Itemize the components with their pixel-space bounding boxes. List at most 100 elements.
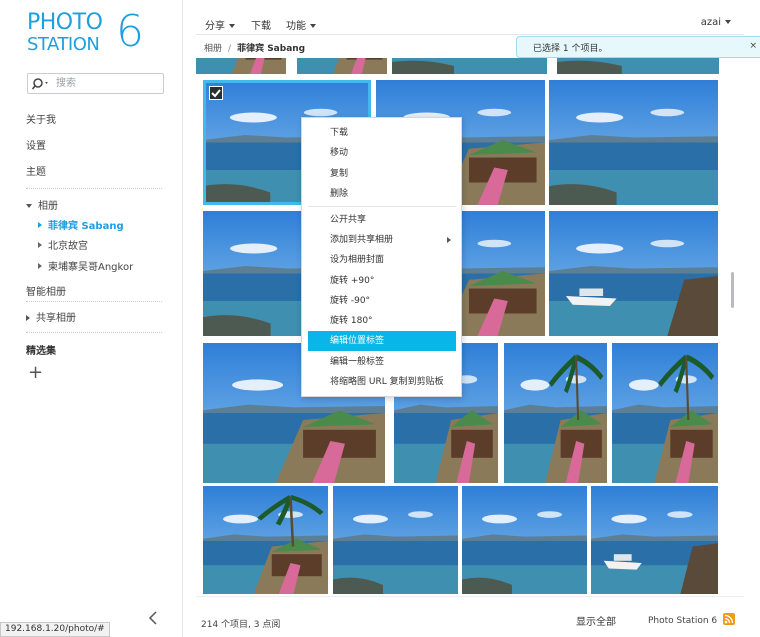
context-menu-item-label: 旋转 +90°: [330, 276, 375, 286]
search-icon[interactable]: [31, 77, 52, 91]
photo-thumbnail[interactable]: [557, 58, 719, 74]
add-icon[interactable]: +: [28, 364, 43, 382]
album-label: 北京故宫: [48, 241, 88, 252]
sidebar-album-beijing[interactable]: 北京故宫: [38, 237, 88, 252]
context-menu-item[interactable]: 编辑位置标签: [308, 331, 456, 351]
album-triangle-icon: [38, 263, 42, 269]
context-menu-item-label: 设为相册封面: [330, 255, 385, 265]
photo-thumbnail[interactable]: [392, 58, 547, 74]
sidebar-item-shared-album[interactable]: 共享相册: [26, 309, 76, 324]
features-menu-button[interactable]: 功能: [286, 17, 316, 32]
breadcrumb-separator: /: [228, 44, 232, 54]
photo-image: [549, 211, 718, 336]
close-icon[interactable]: ×: [749, 41, 757, 51]
album-label: 柬埔寨吴哥Angkor: [48, 262, 134, 273]
context-menu-item[interactable]: 公开共享: [302, 210, 461, 230]
chevron-down-icon: [725, 20, 731, 24]
logo-line1: PHOTO: [27, 10, 103, 35]
photo-image: [203, 486, 328, 594]
context-menu-item[interactable]: 删除: [302, 184, 461, 204]
context-menu-item-label: 将缩略图 URL 复制到剪贴板: [330, 377, 444, 387]
chevron-down-icon: [229, 24, 235, 28]
photo-thumbnail[interactable]: [549, 211, 718, 336]
item-count: 214 个项目, 3 点阅: [201, 620, 281, 630]
photo-image: [297, 58, 387, 74]
checkbox-checked-icon[interactable]: [209, 86, 223, 100]
photo-image: [392, 58, 547, 74]
photo-thumbnail[interactable]: [504, 343, 607, 483]
show-all-button[interactable]: 显示全部: [576, 613, 616, 628]
album-triangle-icon: [38, 222, 42, 228]
sidebar-item-albums[interactable]: 相册: [26, 197, 58, 212]
photo-grid: [196, 58, 732, 594]
footer-divider: [196, 596, 744, 597]
expand-triangle-icon: [26, 315, 30, 321]
sidebar-album-angkor[interactable]: 柬埔寨吴哥Angkor: [38, 258, 133, 273]
context-menu-item-label: 添加到共享相册: [330, 235, 394, 245]
photo-image: [333, 486, 458, 594]
sidebar-divider: [26, 301, 162, 302]
context-menu-item[interactable]: 添加到共享相册: [302, 230, 461, 250]
breadcrumb-current: 菲律宾 Sabang: [237, 44, 306, 54]
expand-triangle-icon: [26, 204, 32, 208]
context-menu-divider: [308, 206, 456, 207]
sidebar-item-about[interactable]: 关于我: [26, 111, 56, 126]
context-menu-item[interactable]: 旋转 180°: [302, 311, 461, 331]
sidebar: PHOTO STATION 6 关于我 设置 主题 相册 菲律宾 Sabang …: [0, 0, 183, 637]
top-toolbar: 分享 下载 功能 azai: [196, 10, 744, 34]
search-input[interactable]: [56, 76, 161, 91]
breadcrumb-root[interactable]: 相册: [204, 44, 222, 54]
sidebar-item-smart-album[interactable]: 智能相册: [26, 283, 66, 298]
scrollbar[interactable]: [731, 272, 734, 308]
photo-image: [591, 486, 718, 594]
sidebar-album-sabang[interactable]: 菲律宾 Sabang: [38, 217, 124, 232]
photo-image: [612, 343, 718, 483]
context-menu-item[interactable]: 编辑一般标签: [302, 352, 461, 372]
context-menu-item-label: 公开共享: [330, 215, 367, 225]
brand-label: Photo Station 6: [648, 616, 718, 626]
photo-thumbnail[interactable]: [333, 486, 458, 594]
username: azai: [700, 17, 721, 28]
submenu-arrow-icon: [447, 237, 451, 243]
user-menu[interactable]: azai: [701, 17, 731, 28]
photo-thumbnail[interactable]: [612, 343, 718, 483]
search-box[interactable]: [27, 73, 164, 94]
photo-image: [196, 58, 286, 74]
share-menu-button[interactable]: 分享: [205, 17, 235, 32]
share-label: 分享: [205, 21, 225, 32]
rss-icon[interactable]: [723, 613, 735, 625]
album-label: 菲律宾 Sabang: [48, 221, 124, 232]
album-triangle-icon: [38, 242, 42, 248]
photo-thumbnail[interactable]: [196, 58, 286, 74]
context-menu-item[interactable]: 旋转 -90°: [302, 291, 461, 311]
photo-station-logo[interactable]: PHOTO STATION 6: [27, 10, 157, 60]
context-menu: 下载 移动复制删除公开共享添加到共享相册 设为相册封面 旋转 +90° 旋转 -90° 旋…: [301, 117, 462, 397]
context-menu-item[interactable]: 下载: [302, 123, 461, 143]
logo-line2: STATION: [27, 34, 100, 55]
sidebar-item-theme[interactable]: 主题: [26, 163, 46, 178]
photo-thumbnail[interactable]: [591, 486, 718, 594]
context-menu-item[interactable]: 设为相册封面: [302, 250, 461, 270]
context-menu-item-label: 编辑一般标签: [330, 357, 385, 367]
context-menu-item[interactable]: 旋转 +90°: [302, 271, 461, 291]
sidebar-item-featured[interactable]: 精选集: [26, 342, 56, 357]
photo-thumbnail[interactable]: [462, 486, 587, 594]
context-menu-item[interactable]: 复制: [302, 164, 461, 184]
photo-thumbnail[interactable]: [297, 58, 387, 74]
albums-label: 相册: [38, 201, 58, 212]
context-menu-item[interactable]: 移动: [302, 143, 461, 163]
logo-version: 6: [116, 6, 144, 57]
context-menu-item-label: 复制: [330, 169, 349, 179]
photo-thumbnail[interactable]: [549, 80, 718, 205]
context-menu-item[interactable]: 将缩略图 URL 复制到剪贴板: [302, 372, 461, 392]
photo-image: [504, 343, 607, 483]
context-menu-item-label: 旋转 180°: [330, 316, 373, 326]
selection-toast: 已选择 1 个项目。 ×: [516, 36, 760, 58]
status-url: 192.168.1.20/photo/#: [0, 622, 110, 637]
collapse-sidebar-icon[interactable]: [148, 611, 158, 625]
sidebar-item-settings[interactable]: 设置: [26, 137, 46, 152]
photo-thumbnail[interactable]: [203, 486, 328, 594]
context-menu-item-label: 编辑位置标签: [330, 336, 385, 346]
download-button[interactable]: 下载: [251, 17, 271, 32]
toast-message: 已选择 1 个项目。: [533, 44, 608, 54]
